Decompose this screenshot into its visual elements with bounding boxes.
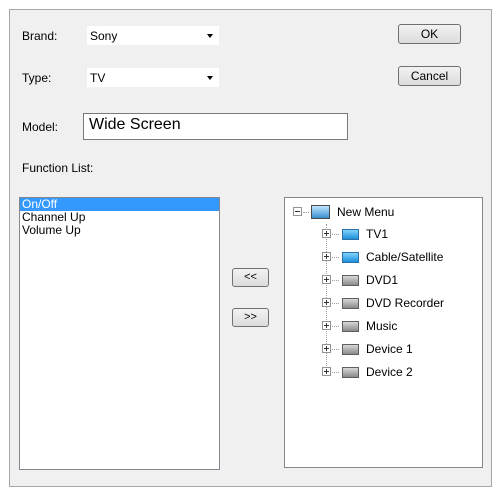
type-dropdown[interactable]: TV: [86, 67, 220, 88]
tree-node-dvd1[interactable]: DVD1: [317, 272, 477, 288]
expand-icon[interactable]: [322, 321, 331, 330]
chevron-down-icon: [207, 34, 213, 38]
expand-icon[interactable]: [322, 252, 331, 261]
brand-label: Brand:: [22, 29, 58, 43]
type-label: Type:: [22, 71, 52, 85]
model-input[interactable]: Wide Screen: [83, 113, 348, 140]
tree-node-device-2[interactable]: Device 2: [317, 364, 477, 380]
function-list-label: Function List:: [22, 161, 94, 175]
cable-satellite-icon: [342, 252, 359, 263]
music-icon: [342, 321, 359, 332]
tree-node-label: Device 1: [366, 342, 413, 356]
dvd-icon: [342, 275, 359, 286]
collapse-icon[interactable]: [293, 207, 302, 216]
expand-icon[interactable]: [322, 367, 331, 376]
tree-node-tv1[interactable]: TV1: [317, 226, 477, 242]
tree-node-music[interactable]: Music: [317, 318, 477, 334]
function-listbox[interactable]: On/Off Channel Up Volume Up: [19, 197, 220, 470]
cancel-button[interactable]: Cancel: [398, 66, 461, 86]
list-item[interactable]: Volume Up: [20, 224, 219, 237]
tree-node-root[interactable]: New Menu: [291, 204, 471, 220]
chevron-down-icon: [207, 76, 213, 80]
move-right-button[interactable]: >>: [232, 308, 269, 327]
tree-node-label: TV1: [366, 227, 389, 241]
move-left-button[interactable]: <<: [232, 268, 269, 287]
tree-node-device-1[interactable]: Device 1: [317, 341, 477, 357]
device-icon: [342, 367, 359, 378]
tree-node-label: DVD1: [366, 273, 399, 287]
tree-node-label: New Menu: [337, 205, 395, 219]
tree-node-label: Music: [366, 319, 398, 333]
ok-button[interactable]: OK: [398, 24, 461, 44]
tv-icon: [342, 229, 359, 240]
expand-icon[interactable]: [322, 275, 331, 284]
expand-icon[interactable]: [322, 229, 331, 238]
tree-node-cable-satellite[interactable]: Cable/Satellite: [317, 249, 477, 265]
brand-dropdown[interactable]: Sony: [86, 25, 220, 46]
device-icon: [342, 344, 359, 355]
device-dialog: Brand: Sony Type: TV OK Cancel Model: Wi…: [9, 9, 492, 487]
expand-icon[interactable]: [322, 298, 331, 307]
type-value: TV: [90, 71, 106, 85]
tree-node-label: Device 2: [366, 365, 413, 379]
expand-icon[interactable]: [322, 344, 331, 353]
model-label: Model:: [22, 120, 59, 134]
dvd-recorder-icon: [342, 298, 359, 309]
brand-value: Sony: [90, 29, 118, 43]
monitor-icon: [311, 205, 330, 219]
tree-node-label: DVD Recorder: [366, 296, 445, 310]
tree-node-label: Cable/Satellite: [366, 250, 444, 264]
tree-node-dvd-recorder[interactable]: DVD Recorder: [317, 295, 477, 311]
menu-tree[interactable]: New Menu TV1 Cable/Satellite DVD1 DVD Re…: [284, 197, 483, 468]
